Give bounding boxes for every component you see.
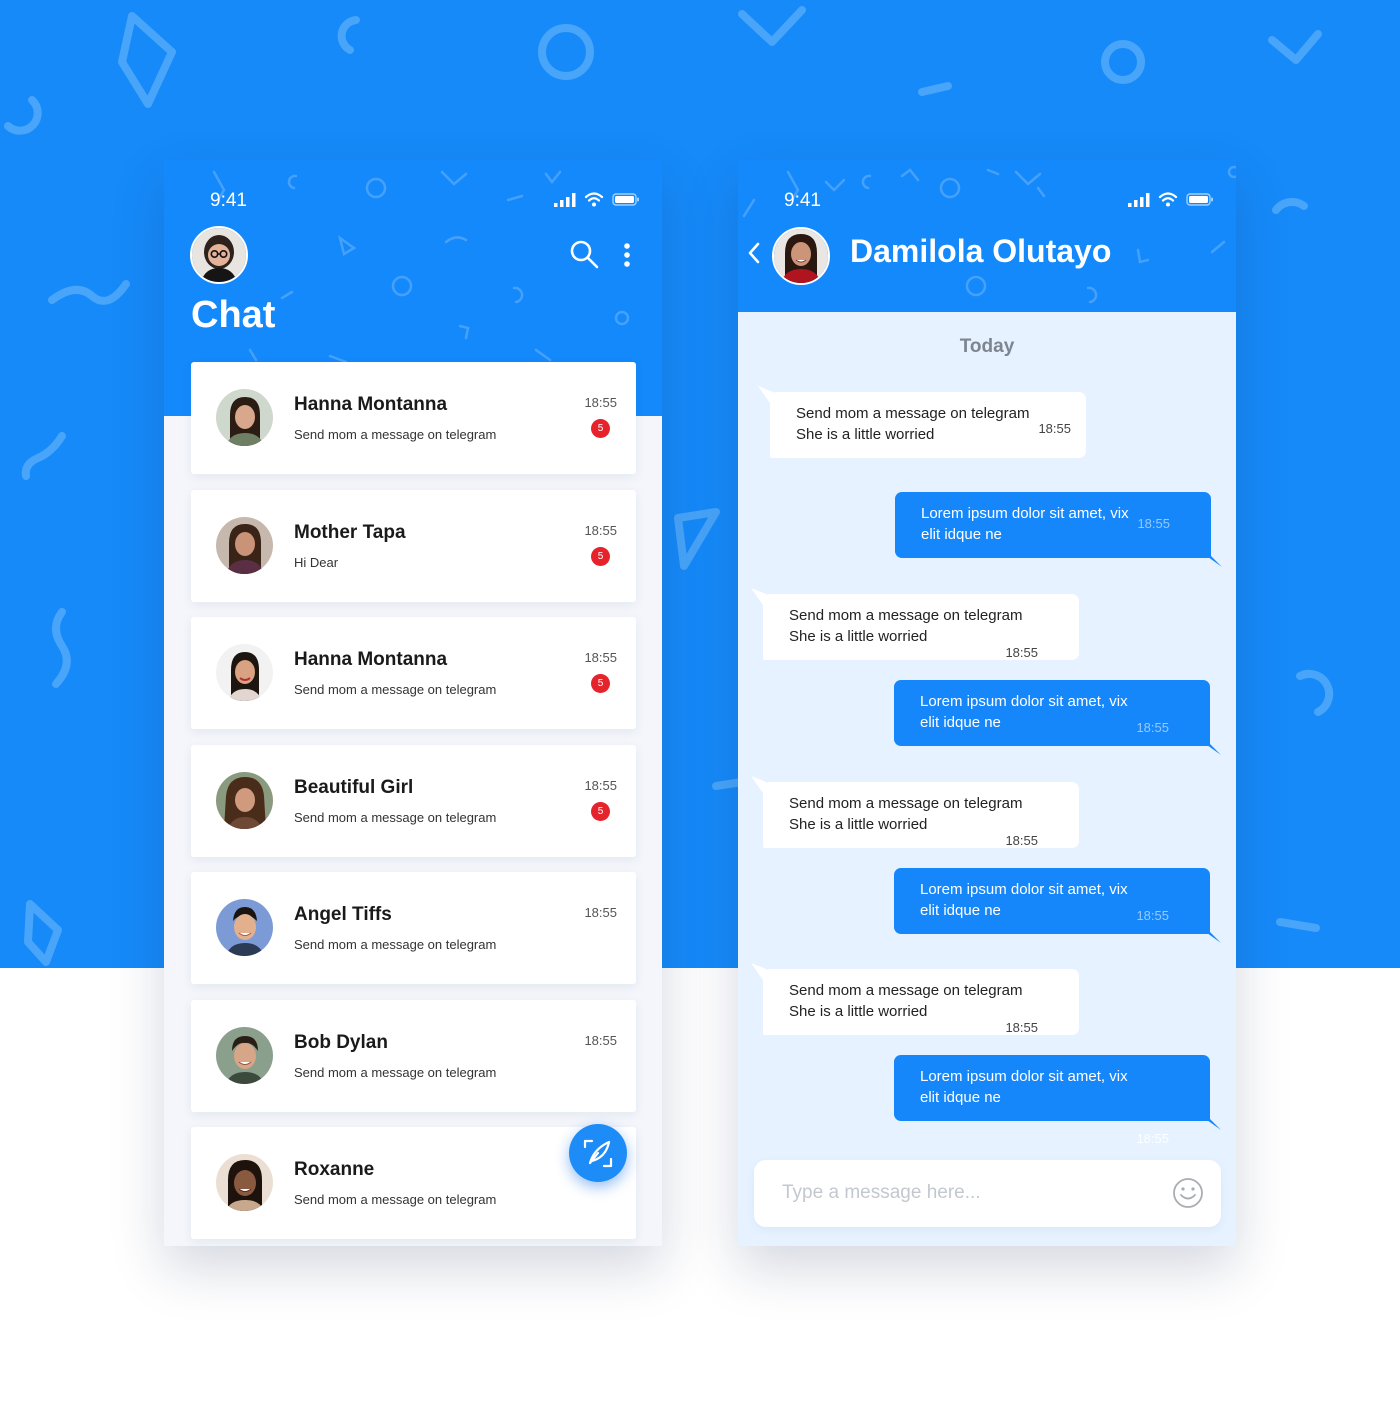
chat-list-item[interactable]: Hanna Montanna Send mom a message on tel… xyxy=(191,362,636,474)
chat-preview: Send mom a message on telegram xyxy=(294,427,497,442)
chat-time: 18:55 xyxy=(584,905,617,920)
incoming-message[interactable]: Send mom a message on telegram She is a … xyxy=(751,588,1079,660)
chat-time: 18:55 xyxy=(584,650,617,665)
outgoing-message[interactable]: Lorem ipsum dolor sit amet, vix elit idq… xyxy=(894,680,1221,755)
message-time: 18:55 xyxy=(1137,516,1170,531)
contact-avatar xyxy=(216,516,273,574)
message-time: 18:55 xyxy=(1136,720,1169,735)
message-time: 18:55 xyxy=(1005,1020,1038,1035)
outgoing-message[interactable]: Lorem ipsum dolor sit amet, vix elit idq… xyxy=(894,868,1221,943)
chat-time: 18:55 xyxy=(584,522,617,538)
signal-icon xyxy=(554,192,576,207)
message-text: Send mom a message on telegram xyxy=(789,795,1023,812)
chat-name: Mother Tapa xyxy=(294,521,406,543)
wifi-icon xyxy=(1158,192,1178,207)
more-vertical-icon xyxy=(624,243,630,267)
contact-avatar[interactable] xyxy=(772,227,830,285)
search-button[interactable] xyxy=(568,238,600,275)
contact-avatar xyxy=(216,771,273,829)
message-text: Send mom a message on telegram xyxy=(789,607,1023,624)
chat-preview: Hi Dear xyxy=(294,554,339,570)
unread-badge: 5 xyxy=(591,419,610,438)
contact-name: Damilola Olutayo xyxy=(850,233,1112,269)
unread-badge: 5 xyxy=(591,674,610,693)
chat-time: 18:55 xyxy=(584,777,617,793)
chat-preview: Send mom a message on telegram xyxy=(294,682,497,697)
message-text: Lorem ipsum dolor sit amet, vix xyxy=(920,881,1128,898)
chat-name: Roxanne xyxy=(294,1159,375,1180)
message-thread: Today Send mom a message on telegram She… xyxy=(738,312,1236,1246)
chat-time: 18:55 xyxy=(584,1032,617,1048)
message-time: 18:55 xyxy=(1038,421,1071,436)
message-time: 18:55 xyxy=(1005,645,1038,660)
outgoing-message[interactable]: Lorem ipsum dolor sit amet, vix elit idq… xyxy=(895,492,1222,567)
conversation-screen: 9:41 Damilola Olutayo Today Send mom a m… xyxy=(738,160,1236,1246)
chat-list-item[interactable]: Angel Tiffs Send mom a message on telegr… xyxy=(191,872,636,984)
chat-list-screen: 9:41 Chat Hanna Montanna Send mom a mess… xyxy=(164,160,662,1246)
unread-badge: 5 xyxy=(591,546,610,566)
chat-time: 18:55 xyxy=(584,395,617,410)
chat-preview: Send mom a message on telegram xyxy=(294,1192,497,1207)
page-title: Chat xyxy=(191,294,276,336)
message-text: elit idque ne xyxy=(920,1089,1001,1106)
message-time: 18:55 xyxy=(1005,833,1038,848)
chevron-left-icon xyxy=(748,242,760,264)
unread-badge: 5 xyxy=(591,801,610,821)
chat-preview: Send mom a message on telegram xyxy=(294,809,497,825)
chat-preview: Send mom a message on telegram xyxy=(294,937,497,952)
chat-list-item[interactable]: Bob Dylan Send mom a message on telegram… xyxy=(191,999,636,1112)
chat-list-item[interactable]: Beautiful Girl Send mom a message on tel… xyxy=(191,744,636,857)
status-time: 9:41 xyxy=(210,190,247,211)
contact-avatar xyxy=(216,1154,273,1211)
smiley-icon xyxy=(1173,1178,1203,1208)
incoming-message[interactable]: Send mom a message on telegram She is a … xyxy=(751,963,1079,1035)
conversation-header: 9:41 Damilola Olutayo xyxy=(738,160,1236,312)
chat-name: Bob Dylan xyxy=(294,1031,388,1053)
contact-avatar xyxy=(216,1026,273,1084)
compose-button[interactable] xyxy=(569,1124,627,1182)
outgoing-message[interactable]: Lorem ipsum dolor sit amet, vix elit idq… xyxy=(894,1055,1221,1146)
search-icon xyxy=(570,240,599,269)
chat-name: Hanna Montanna xyxy=(294,394,448,415)
status-icons xyxy=(1128,192,1214,207)
chat-name: Hanna Montanna xyxy=(294,649,448,670)
message-text: Lorem ipsum dolor sit amet, vix xyxy=(920,1068,1128,1085)
chat-list-item[interactable]: Hanna Montanna Send mom a message on tel… xyxy=(191,617,636,729)
message-composer xyxy=(754,1160,1221,1227)
chat-list-item[interactable]: Mother Tapa Hi Dear 18:55 5 xyxy=(191,489,636,602)
battery-icon xyxy=(1186,193,1213,206)
wifi-icon xyxy=(584,192,604,207)
date-separator: Today xyxy=(959,336,1015,357)
more-options-button[interactable] xyxy=(622,238,632,275)
chat-name: Angel Tiffs xyxy=(294,904,392,925)
chat-list: Hanna Montanna Send mom a message on tel… xyxy=(191,362,636,1246)
compose-feather-icon xyxy=(583,1139,613,1168)
incoming-message[interactable]: Send mom a message on telegram She is a … xyxy=(758,386,1086,458)
status-time: 9:41 xyxy=(784,190,821,211)
profile-avatar[interactable] xyxy=(190,226,248,284)
chat-name: Beautiful Girl xyxy=(294,776,414,798)
chat-preview: Send mom a message on telegram xyxy=(294,1064,497,1080)
signal-icon xyxy=(1128,192,1150,207)
message-time: 18:55 xyxy=(1136,1131,1169,1146)
message-time: 18:55 xyxy=(1136,908,1169,923)
contact-avatar xyxy=(216,644,273,701)
emoji-button[interactable] xyxy=(1172,1177,1204,1214)
back-button[interactable] xyxy=(747,242,761,269)
incoming-message[interactable]: Send mom a message on telegram She is a … xyxy=(751,776,1079,848)
status-icons xyxy=(554,192,640,207)
message-text: Lorem ipsum dolor sit amet, vix xyxy=(920,693,1128,710)
message-text: Send mom a message on telegram xyxy=(789,982,1023,999)
battery-icon xyxy=(612,193,639,206)
message-input[interactable] xyxy=(782,1178,1142,1208)
contact-avatar xyxy=(216,389,273,446)
contact-avatar xyxy=(216,899,273,956)
